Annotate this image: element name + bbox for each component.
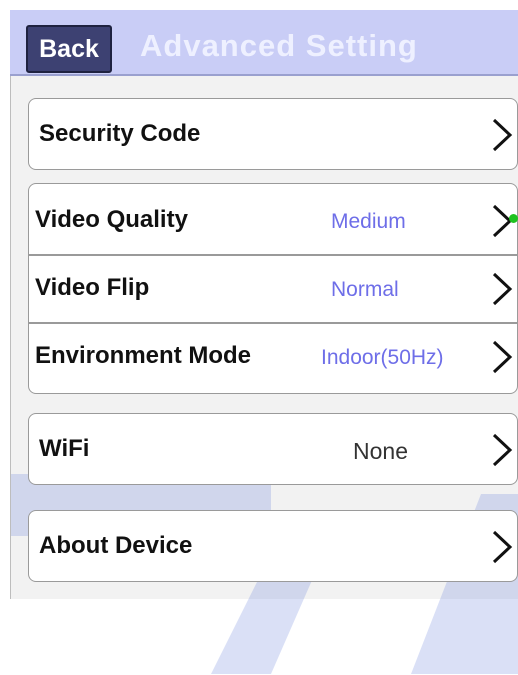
environment-mode-label: Environment Mode: [35, 342, 252, 369]
chevron-right-icon: [492, 433, 513, 467]
chevron-right-icon: [492, 530, 513, 564]
video-flip-value: Normal: [331, 278, 399, 301]
chevron-right-icon: [492, 340, 513, 374]
page-title: Advanced Setting: [140, 28, 418, 63]
chevron-right-icon: [492, 272, 513, 306]
security-code-card[interactable]: Security Code: [28, 98, 518, 170]
wifi-card[interactable]: WiFi None: [28, 413, 518, 485]
about-device-card[interactable]: About Device: [28, 510, 518, 582]
about-device-label: About Device: [39, 532, 193, 559]
row-divider: [29, 254, 517, 256]
indicator-dot: [509, 214, 518, 223]
video-quality-value: Medium: [331, 210, 406, 233]
video-quality-row[interactable]: Video Quality Medium: [29, 190, 517, 252]
wifi-row[interactable]: WiFi None: [29, 419, 517, 481]
back-button[interactable]: Back: [26, 25, 112, 73]
security-code-row[interactable]: Security Code: [29, 104, 517, 166]
chevron-right-icon: [492, 118, 513, 152]
environment-mode-value: Indoor(50Hz): [321, 346, 444, 369]
video-flip-row[interactable]: Video Flip Normal: [29, 258, 517, 320]
wifi-label: WiFi: [39, 435, 90, 462]
video-settings-card: Video Quality Medium Video Flip Normal E…: [28, 183, 518, 394]
row-divider: [29, 322, 517, 324]
status-strip: [0, 0, 518, 10]
video-quality-label: Video Quality: [35, 206, 188, 233]
wifi-value: None: [353, 438, 408, 464]
environment-mode-row[interactable]: Environment Mode Indoor(50Hz): [29, 326, 517, 388]
video-flip-label: Video Flip: [35, 274, 150, 301]
security-code-label: Security Code: [39, 120, 201, 147]
about-device-row[interactable]: About Device: [29, 516, 517, 578]
header-bar: Back Advanced Setting: [10, 10, 518, 76]
